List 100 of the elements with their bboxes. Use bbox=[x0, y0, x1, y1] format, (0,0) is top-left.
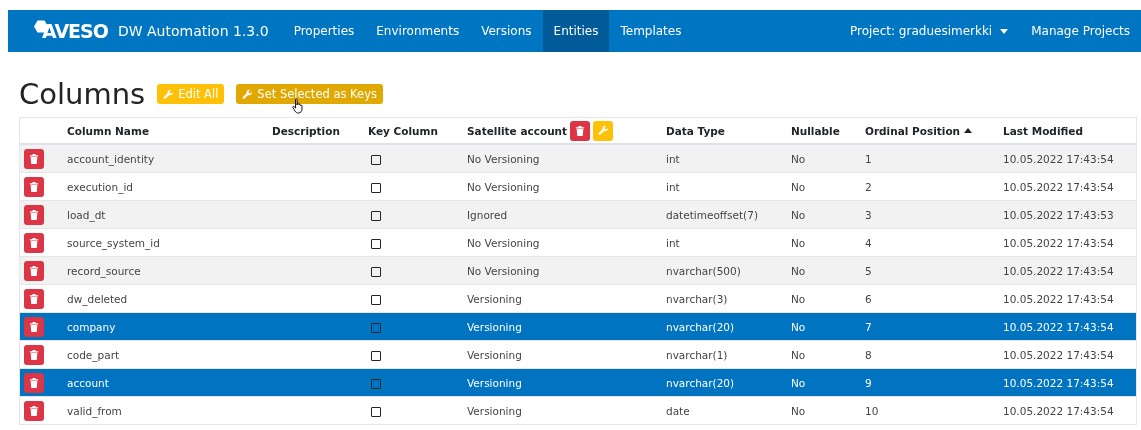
table-cell: 7 bbox=[865, 320, 872, 333]
wrench-icon bbox=[242, 88, 254, 100]
manage-projects-link[interactable]: Manage Projects bbox=[1020, 10, 1141, 52]
table-cell: 10.05.2022 17:43:54 bbox=[1003, 348, 1114, 361]
table-cell: int bbox=[666, 152, 680, 165]
table-cell: 10.05.2022 17:43:54 bbox=[1003, 292, 1114, 305]
delete-button[interactable] bbox=[24, 176, 44, 197]
table-cell: account_identity bbox=[67, 152, 155, 165]
column-header[interactable]: Nullable bbox=[791, 124, 840, 137]
table-cell: No bbox=[791, 152, 806, 165]
logo[interactable]: AVESO bbox=[42, 20, 108, 42]
table-cell: No bbox=[791, 208, 806, 221]
table-cell: nvarchar(1) bbox=[666, 348, 728, 361]
wrench-icon bbox=[597, 125, 609, 136]
column-header[interactable]: Column Name bbox=[67, 124, 149, 137]
column-header[interactable]: Description bbox=[272, 124, 340, 137]
nav-tab[interactable]: Environments bbox=[365, 10, 471, 52]
delete-button[interactable] bbox=[24, 204, 44, 225]
table-cell: Ignored bbox=[467, 208, 508, 221]
trash-icon bbox=[29, 236, 39, 249]
nav-tab[interactable]: Properties bbox=[282, 10, 366, 52]
table-cell: int bbox=[666, 236, 680, 249]
checkbox[interactable] bbox=[371, 322, 381, 333]
table-cell: 10.05.2022 17:43:53 bbox=[1003, 208, 1114, 221]
table-cell: valid_from bbox=[67, 404, 122, 417]
page-title: Columns bbox=[19, 76, 146, 112]
table-cell: code_part bbox=[67, 348, 120, 361]
table-cell: 10 bbox=[865, 404, 879, 417]
trash-icon bbox=[575, 124, 586, 137]
trash-icon bbox=[29, 264, 39, 277]
column-header[interactable]: Ordinal Position bbox=[865, 124, 973, 137]
column-header[interactable]: Data Type bbox=[666, 124, 725, 137]
delete-button[interactable] bbox=[24, 344, 44, 365]
table-cell: 10.05.2022 17:43:54 bbox=[1003, 404, 1114, 417]
table-cell: Versioning bbox=[467, 320, 522, 333]
trash-icon bbox=[29, 320, 39, 333]
table-cell: 6 bbox=[865, 292, 872, 305]
checkbox[interactable] bbox=[371, 210, 381, 221]
checkbox[interactable] bbox=[371, 378, 381, 389]
trash-icon bbox=[29, 180, 39, 193]
table-row[interactable]: load_dt Ignored datetimeoffset(7) No 3 10.05.2022 17:43:53 bbox=[19, 200, 1137, 229]
table-cell: nvarchar(20) bbox=[666, 320, 735, 333]
table-row[interactable]: record_source No Versioning nvarchar(500) No 5 10.05.2022 17:43:54 bbox=[19, 256, 1137, 285]
table-row[interactable]: code_part Versioning nvarchar(1) No 8 10.05.2022 17:43:54 bbox=[19, 340, 1137, 369]
project-dropdown[interactable]: Project: graduesimerkki bbox=[838, 10, 1021, 52]
app-title[interactable]: DW Automation 1.3.0 bbox=[117, 23, 269, 39]
table-row[interactable]: source_system_id No Versioning int No 4 10.05.2022 17:43:54 bbox=[19, 228, 1137, 257]
table-row[interactable]: execution_id No Versioning int No 2 10.05.2022 17:43:54 bbox=[19, 172, 1137, 201]
delete-button[interactable] bbox=[24, 260, 44, 281]
table-cell: No bbox=[791, 320, 806, 333]
nav-tab[interactable]: Versions bbox=[470, 10, 543, 52]
table-row[interactable]: valid_from Versioning date No 10 10.05.2022 17:43:54 bbox=[19, 396, 1137, 425]
table-cell: 10.05.2022 17:43:54 bbox=[1003, 376, 1114, 389]
table-cell: int bbox=[666, 180, 680, 193]
trash-icon bbox=[29, 292, 39, 305]
table-row[interactable]: account_identity No Versioning int No 1 10.05.2022 17:43:54 bbox=[19, 144, 1137, 173]
table-cell: 10.05.2022 17:43:54 bbox=[1003, 320, 1114, 333]
checkbox[interactable] bbox=[371, 406, 381, 417]
checkbox[interactable] bbox=[371, 182, 381, 193]
table-row[interactable]: company Versioning nvarchar(20) No 7 10.05.2022 17:43:54 bbox=[19, 312, 1137, 341]
table-cell: company bbox=[67, 320, 116, 333]
table-cell: 9 bbox=[865, 376, 872, 389]
delete-button[interactable] bbox=[24, 148, 44, 169]
delete-button[interactable] bbox=[24, 232, 44, 253]
nav-tab[interactable]: Templates bbox=[609, 10, 693, 52]
table-cell: 2 bbox=[865, 180, 872, 193]
delete-button[interactable] bbox=[24, 316, 44, 337]
column-header[interactable]: Satellite account bbox=[467, 120, 614, 141]
checkbox[interactable] bbox=[371, 238, 381, 249]
table-cell: No bbox=[791, 376, 806, 389]
trash-icon bbox=[29, 348, 39, 361]
checkbox[interactable] bbox=[371, 154, 381, 165]
table-cell: dw_deleted bbox=[67, 292, 128, 305]
nav-tab[interactable]: Entities bbox=[542, 10, 610, 52]
table-cell: nvarchar(500) bbox=[666, 264, 741, 277]
column-header[interactable]: Key Column bbox=[368, 124, 438, 137]
column-header[interactable]: Last Modified bbox=[1003, 124, 1083, 137]
trash-icon bbox=[29, 208, 39, 221]
delete-button[interactable] bbox=[24, 372, 44, 393]
delete-button[interactable] bbox=[570, 120, 591, 141]
table-cell: source_system_id bbox=[67, 236, 160, 249]
checkbox[interactable] bbox=[371, 294, 381, 305]
sort-icon bbox=[964, 128, 973, 133]
delete-button[interactable] bbox=[24, 288, 44, 309]
table-cell: execution_id bbox=[67, 180, 133, 193]
table-cell: Versioning bbox=[467, 348, 522, 361]
table-cell: No bbox=[791, 180, 806, 193]
checkbox[interactable] bbox=[371, 266, 381, 277]
table-cell: 10.05.2022 17:43:54 bbox=[1003, 236, 1114, 249]
trash-icon bbox=[29, 376, 39, 389]
table-cell: record_source bbox=[67, 264, 141, 277]
delete-button[interactable] bbox=[24, 400, 44, 421]
table-cell: 4 bbox=[865, 236, 872, 249]
table-cell: account bbox=[67, 376, 109, 389]
table-row[interactable]: dw_deleted Versioning nvarchar(3) No 6 10.05.2022 17:43:54 bbox=[19, 284, 1137, 313]
table-cell: 8 bbox=[865, 348, 872, 361]
checkbox[interactable] bbox=[371, 350, 381, 361]
table-cell: 10.05.2022 17:43:54 bbox=[1003, 152, 1114, 165]
table-cell: load_dt bbox=[67, 208, 106, 221]
table-row[interactable]: account Versioning nvarchar(20) No 9 10.05.2022 17:43:54 bbox=[19, 368, 1137, 397]
